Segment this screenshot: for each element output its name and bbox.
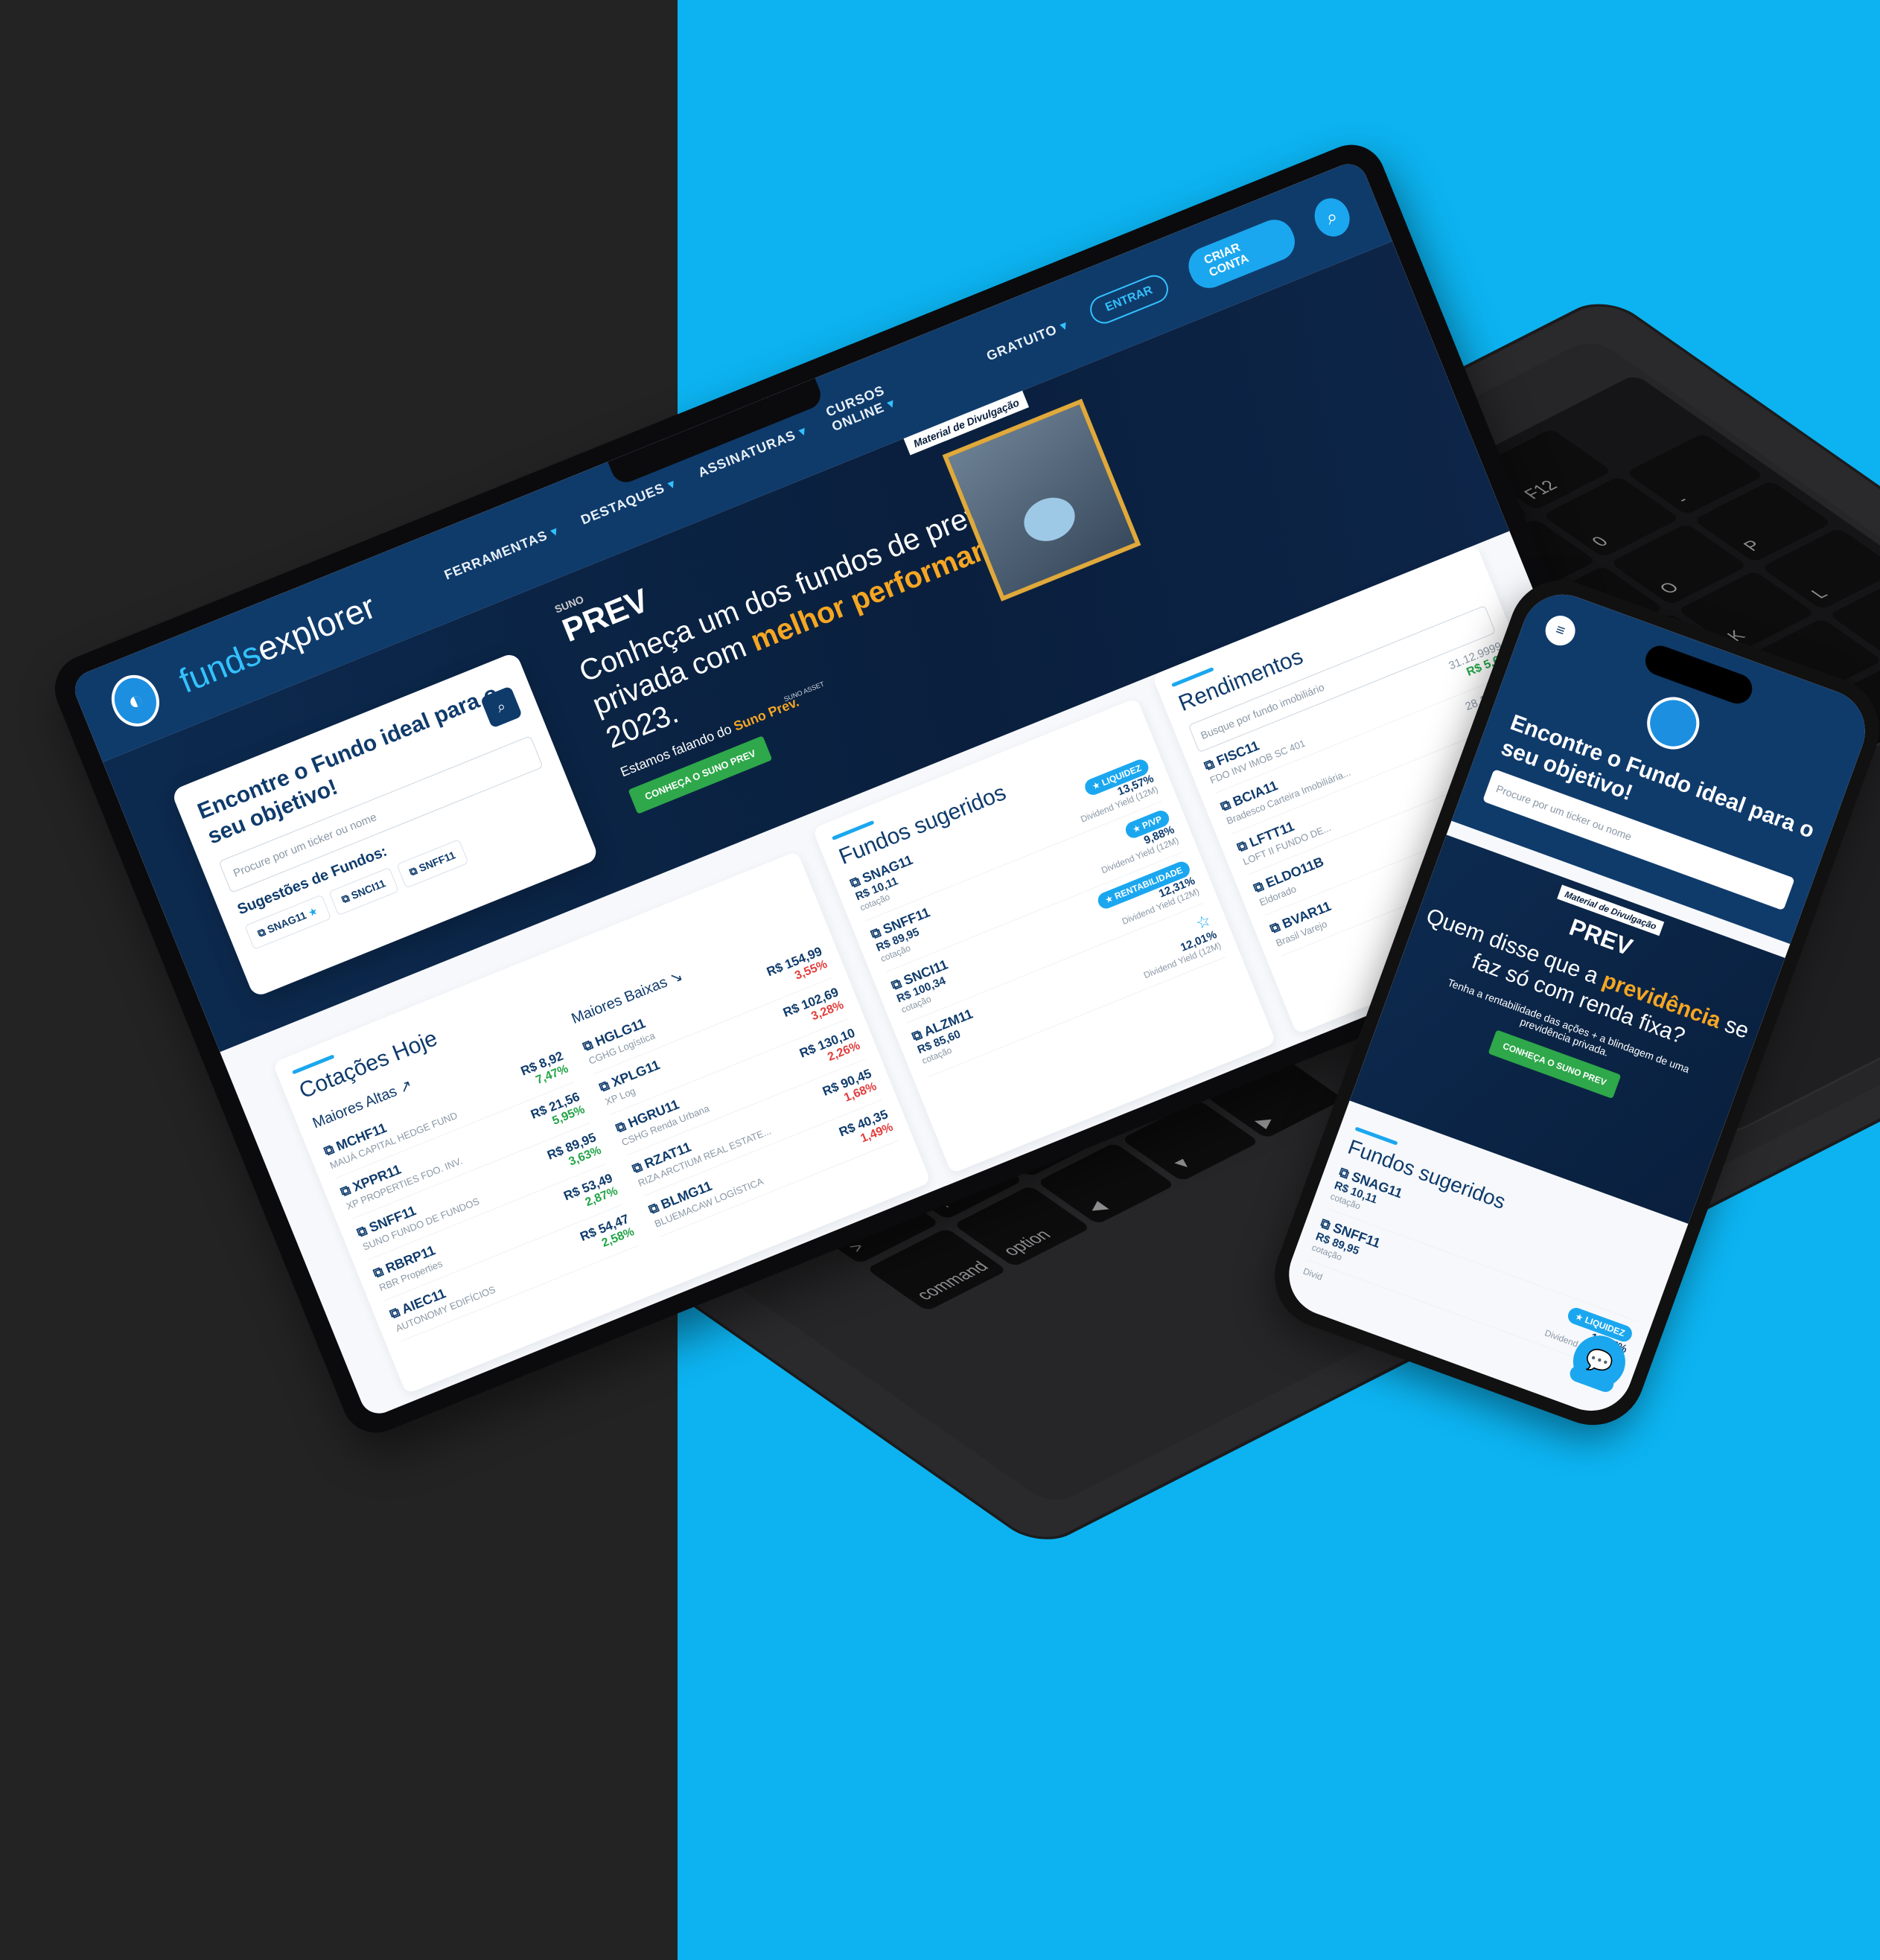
star-icon: ★ [306, 904, 320, 919]
nav-ferramentas[interactable]: FERRAMENTAS▾ [442, 523, 561, 583]
trending-down-icon: ↘ [667, 967, 686, 988]
nav-cursos-online[interactable]: CURSOS ONLINE▾ [823, 361, 946, 435]
signup-button[interactable]: CRIAR CONTA [1182, 214, 1301, 294]
chevron-down-icon: ▾ [665, 475, 678, 493]
chevron-down-icon: ▾ [1057, 316, 1071, 334]
nav-destaques[interactable]: DESTAQUES▾ [579, 476, 678, 528]
login-button[interactable]: ENTRAR [1086, 270, 1173, 328]
quote-values: R$ 8,92 7,47% [519, 1049, 570, 1092]
nav-gratuito[interactable]: GRATUITO▾ [984, 317, 1071, 364]
chevron-down-icon: ▾ [796, 422, 809, 439]
trending-up-icon: ↗ [397, 1076, 415, 1097]
quote-values: R$ 54,47 2,58% [578, 1212, 636, 1257]
hamburger-menu-icon[interactable]: ≡ [1541, 611, 1580, 650]
piggy-bank-icon [1017, 490, 1082, 549]
yield-label: Divid [1301, 1265, 1325, 1283]
highs-list: ⧉ MCHF11 MAUÁ CAPITAL HEDGE FUND R$ 8,92 7,… [319, 1041, 640, 1342]
logo-icon[interactable] [1640, 689, 1707, 757]
chevron-down-icon: ▾ [548, 523, 561, 540]
search-icon[interactable]: ⌕ [1308, 193, 1356, 242]
logo-icon[interactable]: ◐ [103, 667, 168, 734]
quote-values: R$ 40,35 1,49% [837, 1107, 895, 1152]
chevron-down-icon: ▾ [885, 395, 898, 412]
lows-list: ⧉ HGLG11 CGHG Logística R$ 154,99 3,55% ⧉ XP… [578, 937, 899, 1237]
suggested-list: ⧉ SNAG11 R$ 10,11 cotação ★ LIQUIDEZ 13,57% D… [845, 750, 1226, 1078]
